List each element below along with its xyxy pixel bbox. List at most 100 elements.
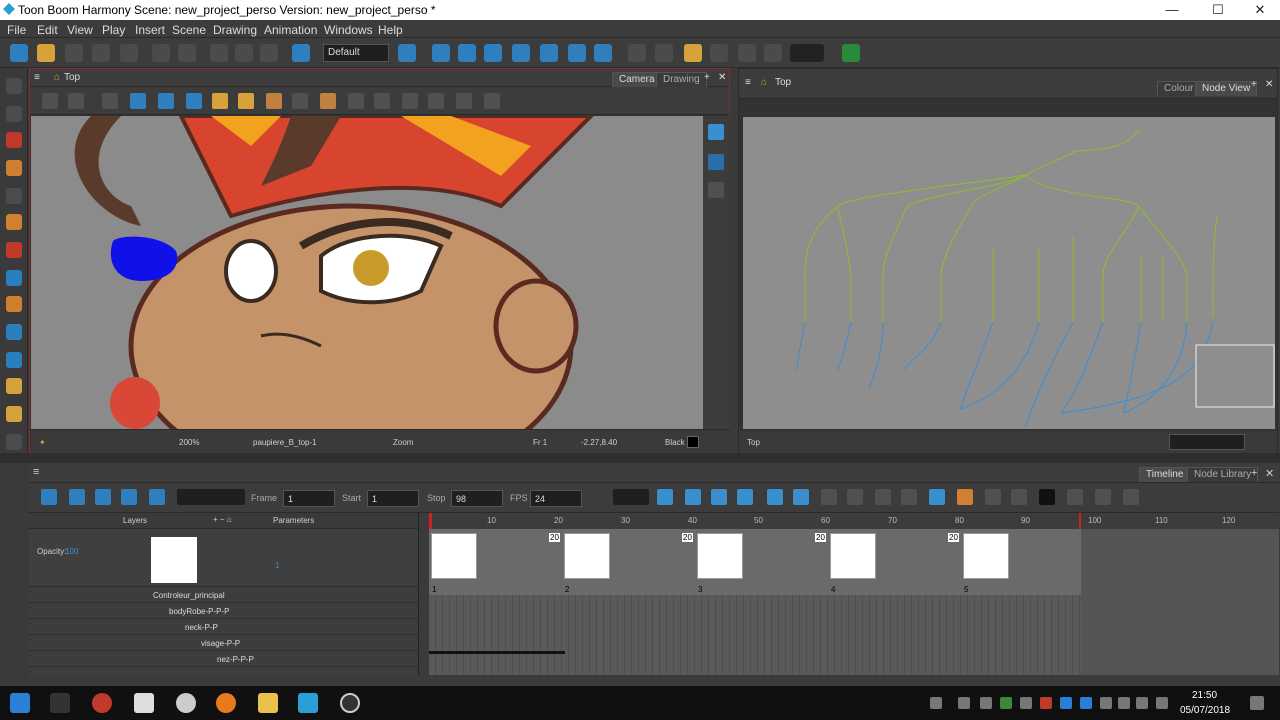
reset-icon[interactable] [655, 44, 673, 62]
transform-tool-icon[interactable] [432, 44, 450, 62]
skew-tool-icon[interactable] [512, 44, 530, 62]
timeline-menu-icon[interactable]: ≡ [33, 466, 39, 478]
grid-icon[interactable] [710, 44, 728, 62]
drawing-thumbnail-row[interactable]: Opacity: 100 1 [29, 529, 418, 587]
black-square-icon[interactable] [1067, 489, 1083, 505]
add-drawing-icon[interactable] [657, 489, 673, 505]
harmony-taskbar-icon[interactable] [298, 693, 318, 713]
compare-icon[interactable] [985, 489, 1001, 505]
add-layer-icon[interactable]: + − ⌂ [213, 515, 232, 524]
save-as-icon[interactable] [92, 44, 110, 62]
redo-icon[interactable] [178, 44, 196, 62]
menu-file[interactable]: File [7, 23, 26, 37]
tray-app-icon[interactable] [958, 697, 970, 709]
tab-timeline[interactable]: Timeline [1139, 467, 1191, 482]
playhead[interactable] [429, 513, 432, 529]
maintain-size-icon[interactable] [540, 44, 558, 62]
close-button[interactable]: ✕ [1250, 2, 1270, 18]
rotate-tool-icon[interactable] [458, 44, 476, 62]
zoom-value[interactable]: 200% [179, 438, 199, 447]
minimize-button[interactable]: — [1162, 2, 1182, 18]
new-scene-icon[interactable] [10, 44, 28, 62]
home-icon[interactable]: ⌂ [54, 72, 60, 83]
transform-icon[interactable] [484, 93, 500, 109]
stroke-icon[interactable] [292, 93, 308, 109]
ik-tool-icon[interactable] [594, 44, 612, 62]
fps-input[interactable]: 24 [530, 490, 582, 507]
menu-animation[interactable]: Animation [264, 23, 317, 37]
tray-app2-icon[interactable] [980, 697, 992, 709]
contour-editor-icon[interactable] [6, 106, 22, 122]
eye-view-icon[interactable] [708, 124, 724, 140]
loop-icon[interactable] [95, 489, 111, 505]
paint-bucket-icon[interactable] [320, 93, 336, 109]
ease-icon[interactable] [847, 489, 863, 505]
app-red-icon[interactable] [92, 693, 112, 713]
tab-drawing[interactable]: Drawing [656, 72, 707, 87]
tab-node-view[interactable]: Node View [1195, 81, 1258, 96]
frame-thumbnail[interactable] [697, 533, 743, 579]
onion-skin-toggle-icon[interactable] [821, 489, 837, 505]
app-circle-icon[interactable] [176, 693, 196, 713]
node-graph-canvas[interactable] [743, 117, 1275, 429]
tray-app3-icon[interactable] [1020, 697, 1032, 709]
playback-speed-slider[interactable] [177, 489, 245, 505]
eraser-tool-icon[interactable] [6, 214, 22, 230]
white-square-icon[interactable] [1095, 489, 1111, 505]
set-key-icon[interactable] [875, 489, 891, 505]
line-style-select[interactable] [613, 489, 649, 505]
stop-marker[interactable] [1079, 513, 1081, 529]
file-explorer-icon[interactable] [258, 693, 278, 713]
motion-keyframe-icon[interactable] [767, 489, 783, 505]
layer-name[interactable]: bodyRobe-P-P-P [169, 607, 229, 616]
save-icon[interactable] [65, 44, 83, 62]
deform-icon[interactable] [456, 93, 472, 109]
add-keyframe-icon[interactable] [711, 489, 727, 505]
selected-layer-value[interactable]: 1 [275, 561, 279, 570]
frame-thumbnail[interactable] [564, 533, 610, 579]
layer-row[interactable]: bodyRobe-P-P-P [29, 603, 418, 619]
cut-icon[interactable] [210, 44, 228, 62]
start-windows-icon[interactable] [10, 693, 30, 713]
frame-ruler[interactable]: 10 20 30 40 50 60 70 80 90 100 110 120 [429, 513, 1279, 529]
frame-thumbnail[interactable] [431, 533, 477, 579]
select-tool-icon[interactable] [6, 78, 22, 94]
import-drawing-icon[interactable] [186, 93, 202, 109]
maximize-button[interactable]: ☐ [1208, 2, 1228, 18]
menu-insert[interactable]: Insert [135, 23, 165, 37]
onion-skin-icon[interactable] [130, 93, 146, 109]
frame-thumbnail[interactable] [830, 533, 876, 579]
people-icon[interactable] [930, 697, 942, 709]
settings-gear-icon[interactable] [68, 93, 84, 109]
task-view-icon[interactable] [50, 693, 70, 713]
current-color-swatch[interactable] [687, 436, 699, 448]
create-drawing-icon[interactable] [685, 489, 701, 505]
layer-row[interactable]: neck-P-P [29, 619, 418, 635]
green-flag-icon[interactable] [842, 44, 860, 62]
panel-menu-icon[interactable]: ≡ [34, 72, 40, 83]
menu-scene[interactable]: Scene [172, 23, 206, 37]
onedrive-icon[interactable] [1100, 697, 1112, 709]
light-table-icon[interactable] [158, 93, 174, 109]
bluetooth-icon[interactable] [1080, 697, 1092, 709]
add-tab-icon[interactable]: + [704, 72, 710, 83]
hierarchy-icon[interactable] [1011, 489, 1027, 505]
undo-icon[interactable] [152, 44, 170, 62]
light-icon[interactable]: ✦ [39, 438, 46, 447]
rigging-tool-icon[interactable] [6, 352, 22, 368]
frame-thumbnail[interactable] [963, 533, 1009, 579]
copy-icon[interactable] [235, 44, 253, 62]
layer-name[interactable]: visage-P-P [201, 639, 240, 648]
workspace-icon[interactable] [292, 44, 310, 62]
layers-view-icon[interactable] [708, 154, 724, 170]
stack-view-icon[interactable] [708, 182, 724, 198]
snap-icon[interactable] [738, 44, 756, 62]
play-icon[interactable] [41, 489, 57, 505]
start-input[interactable]: 1 [367, 490, 419, 507]
brush-preset-icon[interactable] [266, 93, 282, 109]
menu-drawing[interactable]: Drawing [213, 23, 257, 37]
stop-input[interactable]: 98 [451, 490, 503, 507]
drawing-canvas[interactable] [31, 116, 703, 429]
menu-windows[interactable]: Windows [324, 23, 373, 37]
frame-input[interactable]: 1 [283, 490, 335, 507]
